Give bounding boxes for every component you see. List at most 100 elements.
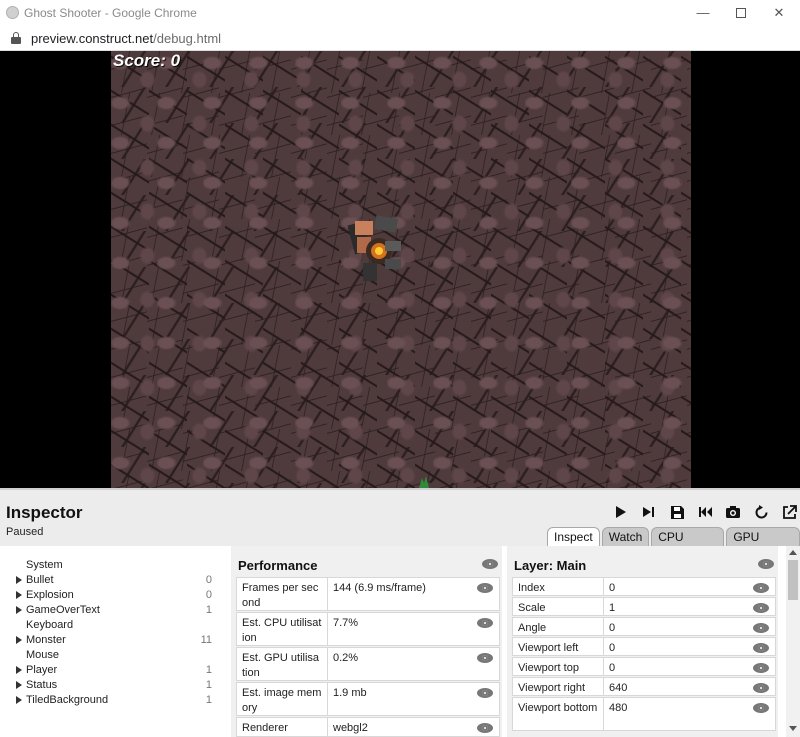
object-type-count: 1 xyxy=(205,604,212,616)
url-text[interactable]: preview.construct.net/debug.html xyxy=(31,31,221,46)
expand-arrow-icon[interactable] xyxy=(16,606,22,614)
save-button[interactable] xyxy=(663,502,691,522)
popout-button[interactable] xyxy=(775,502,800,522)
object-type-list: System Bullet 0 Explosion 0 GameOverText 1 Keyb… xyxy=(0,546,226,737)
property-value[interactable]: 0 xyxy=(609,621,615,636)
inspector-scrollbar[interactable] xyxy=(786,546,800,737)
property-name: Scale xyxy=(513,598,604,615)
inspector-title: Inspector xyxy=(6,503,83,522)
watch-eye-icon[interactable] xyxy=(477,653,493,663)
object-type-count: 1 xyxy=(205,664,212,676)
object-type-name: Mouse xyxy=(26,649,60,661)
property-row: Index 0 xyxy=(512,577,776,596)
url-host: preview.construct.net xyxy=(31,31,154,46)
property-value[interactable]: 1.9 mb xyxy=(333,686,367,701)
expand-arrow-icon[interactable] xyxy=(16,666,22,674)
object-type-name: TiledBackground xyxy=(26,694,109,706)
object-type-name: Bullet xyxy=(26,574,54,586)
property-value[interactable]: 0 xyxy=(609,581,615,596)
object-type-item[interactable]: Explosion 0 xyxy=(12,589,217,604)
watch-eye-icon[interactable] xyxy=(753,643,769,653)
property-row: Frames per second 144 (6.9 ms/frame) xyxy=(236,577,500,611)
scroll-down-icon[interactable] xyxy=(789,726,797,731)
game-canvas[interactable]: Score: 0 xyxy=(111,51,691,488)
property-value[interactable]: 480 xyxy=(609,701,627,716)
watch-eye-icon[interactable] xyxy=(753,663,769,673)
property-name: Viewport bottom xyxy=(513,698,604,730)
property-value[interactable]: 0 xyxy=(609,641,615,656)
scroll-up-icon[interactable] xyxy=(789,550,797,555)
tab-inspect[interactable]: Inspect xyxy=(547,527,600,546)
watch-eye-icon[interactable] xyxy=(482,559,498,569)
object-type-item[interactable]: Monster 11 xyxy=(12,634,217,649)
window-title: Ghost Shooter - Google Chrome xyxy=(24,6,197,20)
expand-arrow-icon[interactable] xyxy=(16,636,22,644)
object-type-item[interactable]: Status 1 xyxy=(12,679,217,694)
object-type-name: Monster xyxy=(26,634,66,646)
expand-arrow-icon[interactable] xyxy=(16,576,22,584)
lock-icon[interactable] xyxy=(11,32,21,44)
performance-title: Performance xyxy=(238,558,318,573)
object-type-item[interactable]: Mouse xyxy=(12,649,217,664)
watch-eye-icon[interactable] xyxy=(753,583,769,593)
step-button[interactable] xyxy=(635,502,663,522)
expand-arrow-icon[interactable] xyxy=(16,696,22,704)
reload-button[interactable] xyxy=(747,502,775,522)
object-type-item[interactable]: Bullet 0 xyxy=(12,574,217,589)
property-value[interactable]: 0 xyxy=(609,661,615,676)
object-type-name: Status xyxy=(26,679,58,691)
watch-eye-icon[interactable] xyxy=(477,723,493,733)
object-type-item[interactable]: TiledBackground 1 xyxy=(12,694,217,709)
inspector-body: System Bullet 0 Explosion 0 GameOverText 1 Keyb… xyxy=(0,546,800,737)
property-value[interactable]: 7.7% xyxy=(333,616,358,631)
property-name: Frames per second xyxy=(237,578,328,610)
debugger-inspector: Inspector Paused Inspect Watch CPU profi… xyxy=(0,488,800,737)
property-name: Est. CPU utilisation xyxy=(237,613,328,645)
popout-icon xyxy=(782,504,797,519)
property-name: Renderer xyxy=(237,718,328,736)
tab-gpu-profiler[interactable]: GPU profiler xyxy=(726,527,800,562)
watch-eye-icon[interactable] xyxy=(477,618,493,628)
property-name: Index xyxy=(513,578,604,595)
property-value[interactable]: 144 (6.9 ms/frame) xyxy=(333,581,426,596)
maximize-button[interactable] xyxy=(722,0,760,25)
play-button[interactable] xyxy=(607,502,635,522)
close-button[interactable]: ✕ xyxy=(760,0,798,25)
object-type-count: 0 xyxy=(205,574,212,586)
app-icon xyxy=(6,6,19,19)
property-value[interactable]: 1 xyxy=(609,601,615,616)
watch-eye-icon[interactable] xyxy=(753,603,769,613)
minimize-button[interactable]: — xyxy=(684,0,722,25)
tab-cpu-profiler[interactable]: CPU profiler xyxy=(651,527,725,562)
tab-watch[interactable]: Watch xyxy=(601,527,650,546)
property-row: Est. GPU utilisation 0.2% xyxy=(236,647,500,681)
object-type-item[interactable]: Player 1 xyxy=(12,664,217,679)
expand-arrow-icon[interactable] xyxy=(16,681,22,689)
scrollbar-thumb[interactable] xyxy=(788,560,798,600)
player-sprite xyxy=(347,215,401,281)
layer-panel: Layer: Main Index 0 Scale 1 Angle 0 Viewport l… xyxy=(507,546,778,737)
property-row: Viewport left 0 xyxy=(512,637,776,656)
object-type-name: Explosion xyxy=(26,589,74,601)
object-type-item[interactable]: Keyboard xyxy=(12,619,217,634)
watch-eye-icon[interactable] xyxy=(477,583,493,593)
monster-sprite xyxy=(419,476,429,488)
expand-arrow-icon[interactable] xyxy=(16,591,22,599)
watch-eye-icon[interactable] xyxy=(477,688,493,698)
watch-eye-icon[interactable] xyxy=(753,683,769,693)
restart-button[interactable] xyxy=(691,502,719,522)
watch-eye-icon[interactable] xyxy=(753,623,769,633)
address-bar[interactable]: preview.construct.net/debug.html xyxy=(0,25,800,51)
object-type-name: Keyboard xyxy=(26,619,74,631)
screenshot-button[interactable] xyxy=(719,502,747,522)
object-type-count: 1 xyxy=(205,679,212,691)
property-row: Est. image memory 1.9 mb xyxy=(236,682,500,716)
property-value[interactable]: 0.2% xyxy=(333,651,358,666)
object-type-count: 0 xyxy=(205,589,212,601)
object-type-item[interactable]: System xyxy=(12,559,217,574)
property-value[interactable]: webgl2 xyxy=(333,721,368,736)
object-type-item[interactable]: GameOverText 1 xyxy=(12,604,217,619)
property-value[interactable]: 640 xyxy=(609,681,627,696)
watch-eye-icon[interactable] xyxy=(753,703,769,713)
watch-eye-icon[interactable] xyxy=(758,559,774,569)
